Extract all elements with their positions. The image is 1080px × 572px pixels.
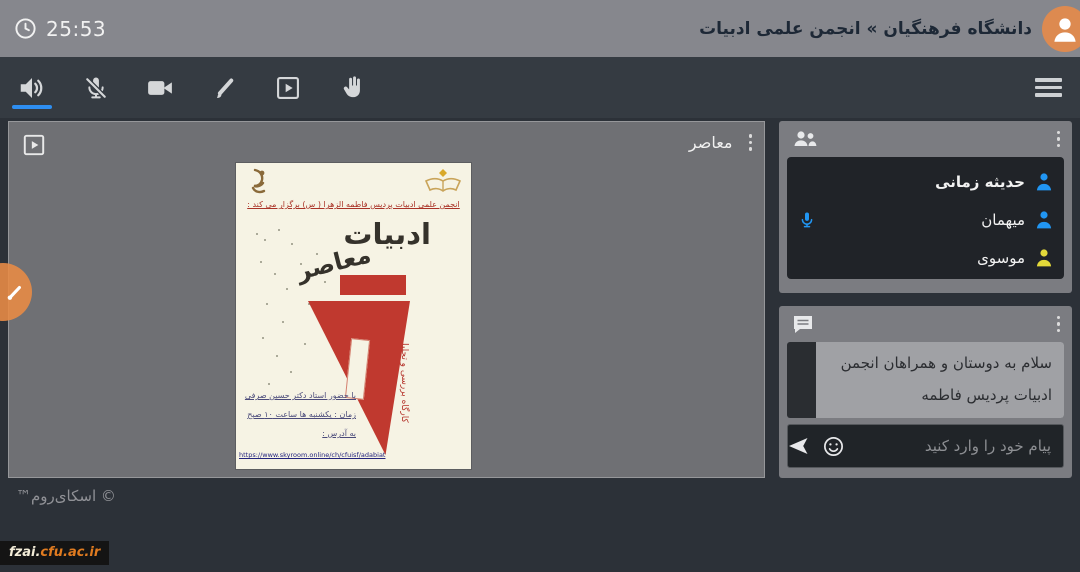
media-player-icon[interactable] xyxy=(21,132,47,158)
slide-title: معاصر xyxy=(689,133,733,152)
open-book-logo-icon xyxy=(423,167,463,195)
ink-speckles xyxy=(256,233,258,235)
skyroom-brand: © اسکای‌روم™ xyxy=(16,487,116,505)
person-icon xyxy=(1034,247,1054,269)
speaker-button[interactable] xyxy=(12,62,52,114)
user-name: میهمان xyxy=(826,211,1025,229)
chat-input-bar xyxy=(787,424,1064,468)
watermark-badge: fzai.cfu.ac.ir xyxy=(0,541,109,565)
users-kebab-menu-icon[interactable] xyxy=(1055,129,1063,150)
poster-url: https://www.skyroom.online/ch/cfuisf/ada… xyxy=(239,451,389,459)
calligraphy-bird-logo-icon xyxy=(246,168,272,198)
top-bar: 25:53 دانشگاه فرهنگیان » انجمن علمی ادبی… xyxy=(0,0,1080,57)
send-icon[interactable] xyxy=(786,434,810,458)
poster-address-label: به آدرس : xyxy=(244,429,356,438)
clock-icon xyxy=(14,17,37,40)
microphone-muted-button[interactable] xyxy=(76,62,116,114)
presentation-stage: معاصر انجمن علمی ادبیات پردیس فاطمه الزه… xyxy=(8,121,765,478)
chat-input[interactable] xyxy=(857,437,1051,455)
hamburger-menu-icon[interactable] xyxy=(1035,78,1062,97)
users-panel: حدیثه زمانی میهمان xyxy=(779,121,1072,293)
brush-button[interactable] xyxy=(204,62,244,114)
poster-image: انجمن علمی ادبیات پردیس فاطمه الزهرا ( س… xyxy=(236,163,471,469)
poster-header-line: انجمن علمی ادبیات پردیس فاطمه الزهرا ( س… xyxy=(240,200,467,209)
pen-nib-shape-top xyxy=(340,275,406,295)
watermark-rest: cfu.ac.ir xyxy=(40,545,100,560)
session-timer: 25:53 xyxy=(14,17,106,41)
user-name: حدیثه زمانی xyxy=(797,173,1025,191)
chat-panel: سلام به دوستان و همراهان انجمن ادبیات پر… xyxy=(779,306,1072,478)
poster-time-line: زمان : یکشنبه ها ساعت ۱۰ صبح xyxy=(244,410,356,419)
microphone-active-icon[interactable] xyxy=(797,209,817,231)
people-icon xyxy=(791,128,819,150)
user-row[interactable]: حدیثه زمانی xyxy=(797,163,1054,201)
media-player-button[interactable] xyxy=(268,62,308,114)
person-icon xyxy=(1034,209,1054,231)
main-toolbar xyxy=(0,57,1080,118)
room-title: دانشگاه فرهنگیان » انجمن علمی ادبیات xyxy=(699,19,1032,39)
camera-button[interactable] xyxy=(140,62,180,114)
emoji-icon[interactable] xyxy=(822,435,845,458)
user-row[interactable]: میهمان xyxy=(797,201,1054,239)
poster-guest-line: با حضور استاد دکتر حسین صرفی xyxy=(244,391,356,400)
chat-messages-area: سلام به دوستان و همراهان انجمن ادبیات پر… xyxy=(787,342,1064,418)
user-name: موسوی xyxy=(797,249,1025,267)
user-row[interactable]: موسوی xyxy=(797,239,1054,277)
users-list: حدیثه زمانی میهمان xyxy=(787,157,1064,279)
active-indicator xyxy=(12,105,52,109)
timer-value: 25:53 xyxy=(46,17,106,41)
pencil-icon xyxy=(4,281,26,303)
watermark-bold: fzai. xyxy=(9,545,40,560)
chat-message: سلام به دوستان و همراهان انجمن ادبیات پر… xyxy=(816,342,1064,418)
chat-kebab-menu-icon[interactable] xyxy=(1055,314,1063,335)
user-avatar[interactable] xyxy=(1042,6,1080,52)
raise-hand-button[interactable] xyxy=(332,62,372,114)
chat-icon xyxy=(791,312,815,336)
stage-kebab-menu-icon[interactable] xyxy=(747,132,755,153)
person-icon xyxy=(1034,171,1054,193)
